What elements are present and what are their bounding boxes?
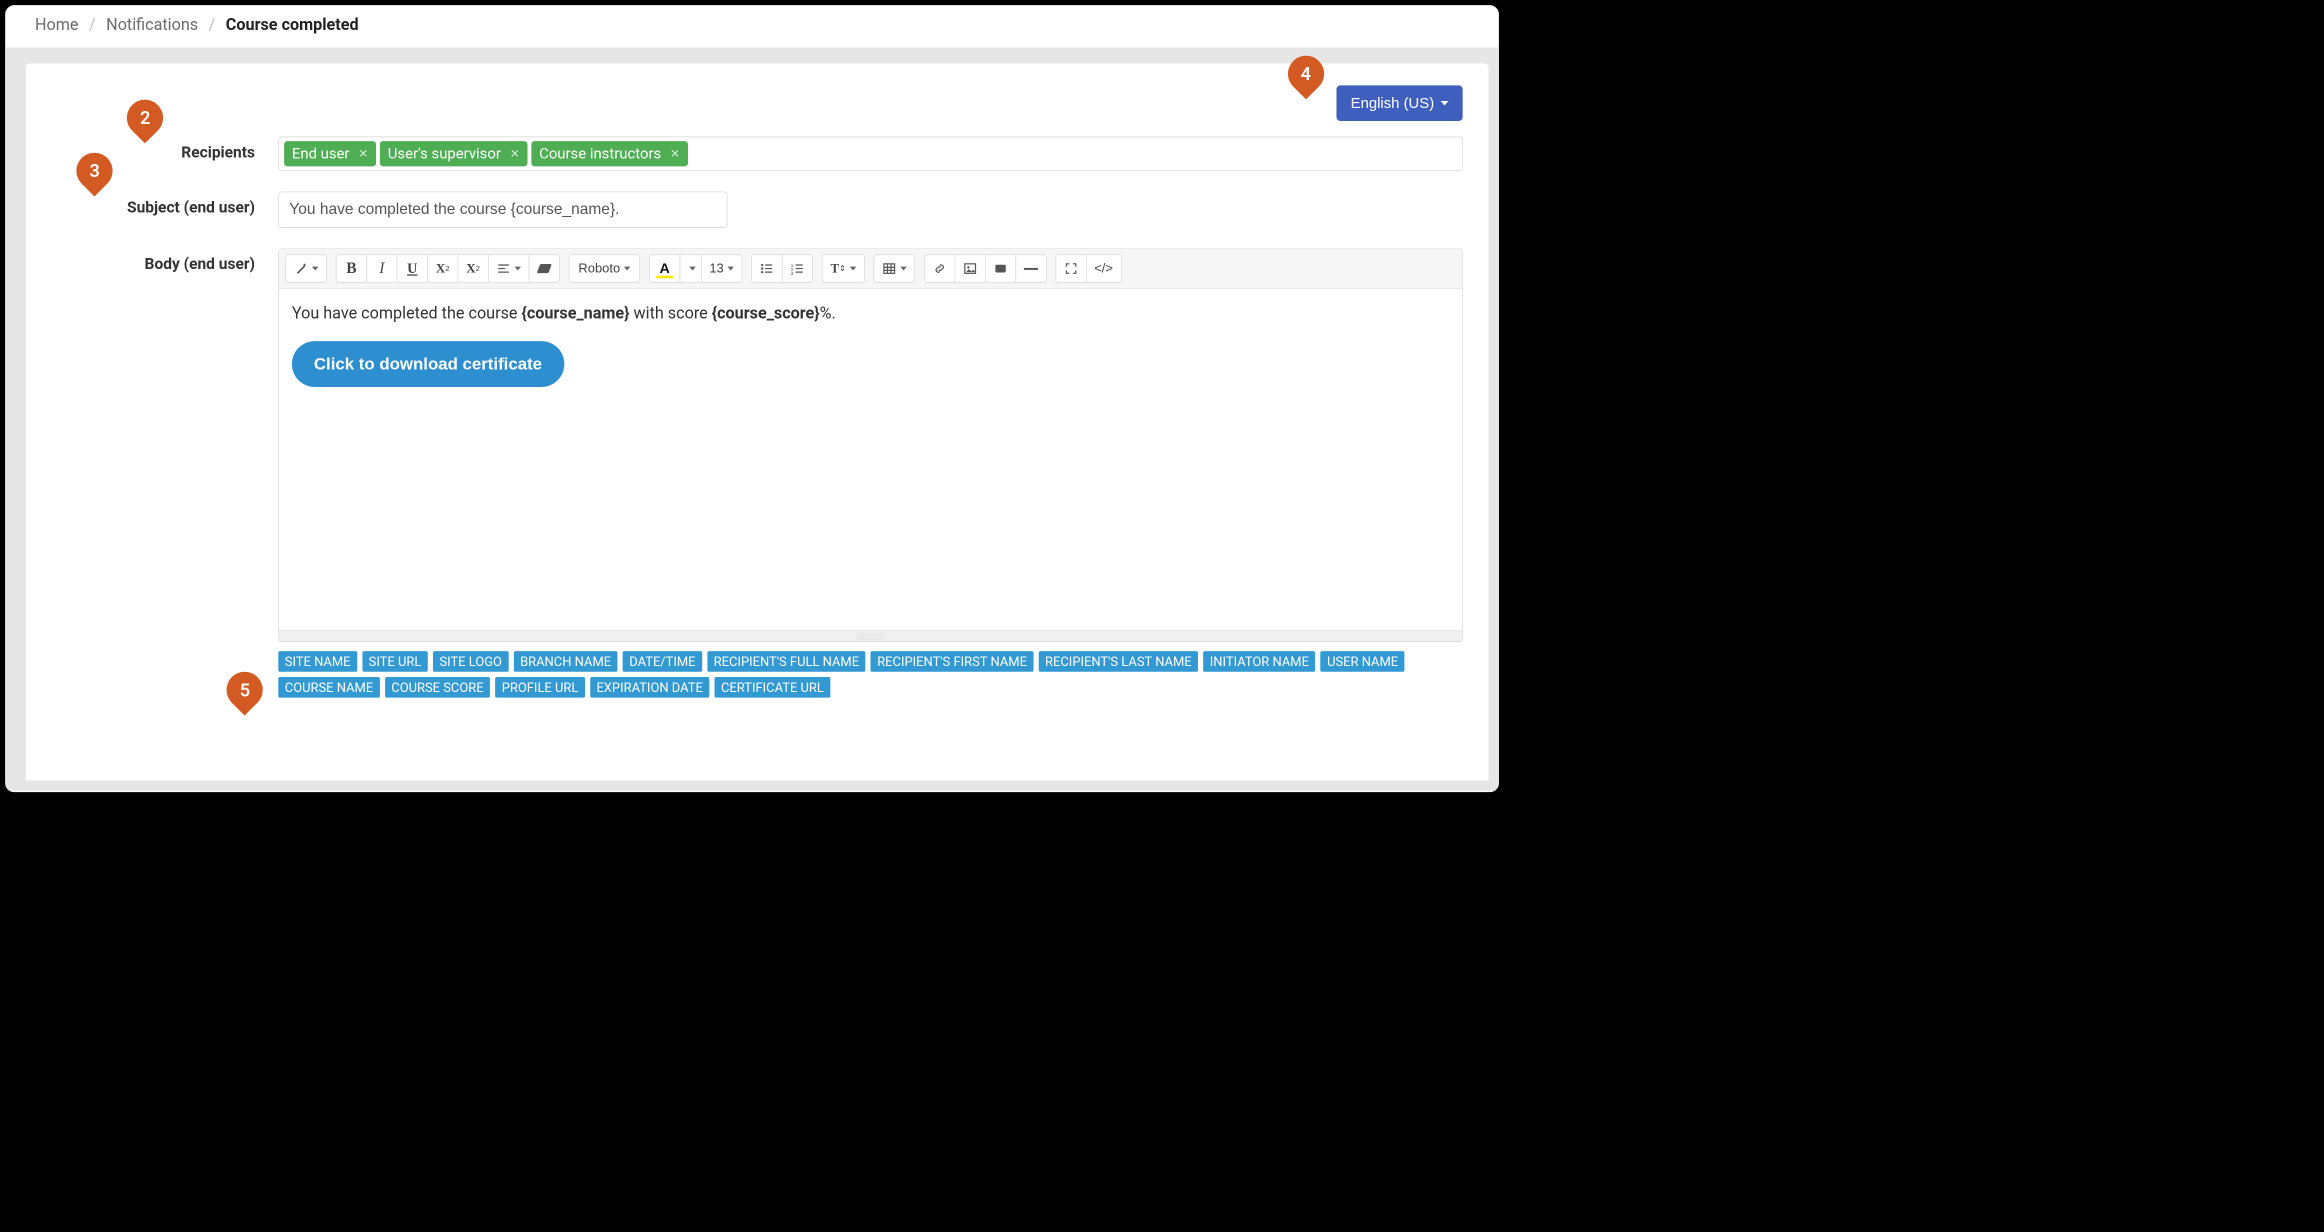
download-certificate-button[interactable]: Click to download certificate [292,341,564,387]
expand-icon [1064,261,1078,275]
eraser-icon [537,264,552,273]
breadcrumb-separator: / [89,16,96,35]
main-panel: 2 3 4 5 English (US) Recipients [26,63,1489,780]
remove-tag-icon[interactable]: ✕ [510,147,520,161]
app-window: Home / Notifications / Course completed … [5,5,1499,792]
subscript-button[interactable]: X2 [458,254,489,282]
list-ul-icon [760,261,774,275]
variable-chip[interactable]: COURSE NAME [278,677,379,698]
image-icon [963,261,977,275]
magic-tool-button[interactable] [285,254,326,282]
editor-content-area[interactable]: You have completed the course {course_na… [279,289,1462,631]
table-button[interactable] [873,254,914,282]
variable-chip[interactable]: BRANCH NAME [514,651,618,672]
font-family-dropdown[interactable]: Roboto [569,254,640,282]
code-icon: </> [1094,261,1113,276]
caret-down-icon [624,267,630,271]
caret-down-icon [312,267,318,271]
table-icon [882,261,896,275]
caret-down-icon [850,267,856,271]
variable-chip[interactable]: INITIATOR NAME [1203,651,1315,672]
body-text: You have completed the course {course_na… [292,304,1449,323]
superscript-button[interactable]: X2 [427,254,458,282]
variable-chip[interactable]: SITE NAME [278,651,357,672]
subject-row: Subject (end user) [52,192,1463,228]
code-view-button[interactable]: </> [1086,254,1122,282]
variable-chip[interactable]: EXPIRATION DATE [590,677,709,698]
resize-handle[interactable] [856,633,884,639]
recipients-label: Recipients [52,137,279,162]
recipients-row: Recipients End user ✕ User's supervisor … [52,137,1463,171]
variable-chip[interactable]: RECIPIENT'S FIRST NAME [871,651,1034,672]
svg-text:3: 3 [791,271,794,276]
eraser-button[interactable] [529,254,560,282]
align-button[interactable] [488,254,529,282]
recipient-tag: User's supervisor ✕ [380,141,528,166]
video-icon [995,265,1005,273]
variable-chips-row: SITE NAME SITE URL SITE LOGO BRANCH NAME… [278,642,1462,698]
breadcrumb: Home / Notifications / Course completed [5,5,1499,48]
variable-chip[interactable]: SITE URL [362,651,428,672]
unordered-list-button[interactable] [752,254,783,282]
horizontal-rule-button[interactable] [1015,254,1046,282]
fullscreen-button[interactable] [1055,254,1086,282]
breadcrumb-home[interactable]: Home [35,16,79,35]
variable-chip[interactable]: RECIPIENT'S FULL NAME [707,651,865,672]
caret-down-icon [728,267,734,271]
caret-down-icon [515,267,521,271]
editor-toolbar: B I U X2 X2 [279,249,1462,288]
variable-chip[interactable]: CERTIFICATE URL [715,677,831,698]
variable-chip[interactable]: PROFILE URL [495,677,585,698]
variable-chip[interactable]: RECIPIENT'S LAST NAME [1039,651,1199,672]
font-size-dropdown[interactable]: 13 [701,254,743,282]
caret-down-icon [689,267,695,271]
list-ol-icon: 123 [790,261,804,275]
caret-down-icon [1441,101,1449,106]
rich-text-editor: B I U X2 X2 [278,249,1462,642]
font-color-button[interactable]: A [649,254,680,282]
recipient-tag: End user ✕ [284,141,376,166]
subject-input[interactable] [278,192,727,228]
recipient-tag: Course instructors ✕ [531,141,687,166]
language-label: English (US) [1351,94,1435,111]
language-dropdown[interactable]: English (US) [1336,85,1462,121]
breadcrumb-separator: / [209,16,216,35]
breadcrumb-notifications[interactable]: Notifications [106,16,198,35]
caret-down-icon [900,267,906,271]
variable-chip[interactable]: COURSE SCORE [385,677,490,698]
bold-button[interactable]: B [336,254,367,282]
image-button[interactable] [954,254,985,282]
body-row: Body (end user) B [52,249,1463,698]
content-area: 2 3 4 5 English (US) Recipients [5,48,1499,791]
link-button[interactable] [924,254,955,282]
remove-tag-icon[interactable]: ✕ [670,147,680,161]
minus-icon [1024,268,1038,270]
subject-label: Subject (end user) [52,192,279,217]
magic-wand-icon [294,261,308,275]
variable-chip[interactable]: SITE LOGO [433,651,508,672]
breadcrumb-current: Course completed [226,16,359,35]
italic-button[interactable]: I [366,254,397,282]
variable-chip[interactable]: DATE/TIME [623,651,702,672]
align-left-icon [496,261,510,275]
body-label: Body (end user) [52,249,279,274]
font-color-dropdown[interactable] [680,254,702,282]
remove-tag-icon[interactable]: ✕ [359,147,369,161]
paragraph-format-dropdown[interactable]: T⇕ [822,254,864,282]
video-button[interactable] [985,254,1016,282]
recipients-input[interactable]: End user ✕ User's supervisor ✕ Course in… [278,137,1462,171]
link-icon [932,261,946,275]
ordered-list-button[interactable]: 123 [782,254,813,282]
underline-button[interactable]: U [397,254,428,282]
variable-chip[interactable]: USER NAME [1321,651,1405,672]
